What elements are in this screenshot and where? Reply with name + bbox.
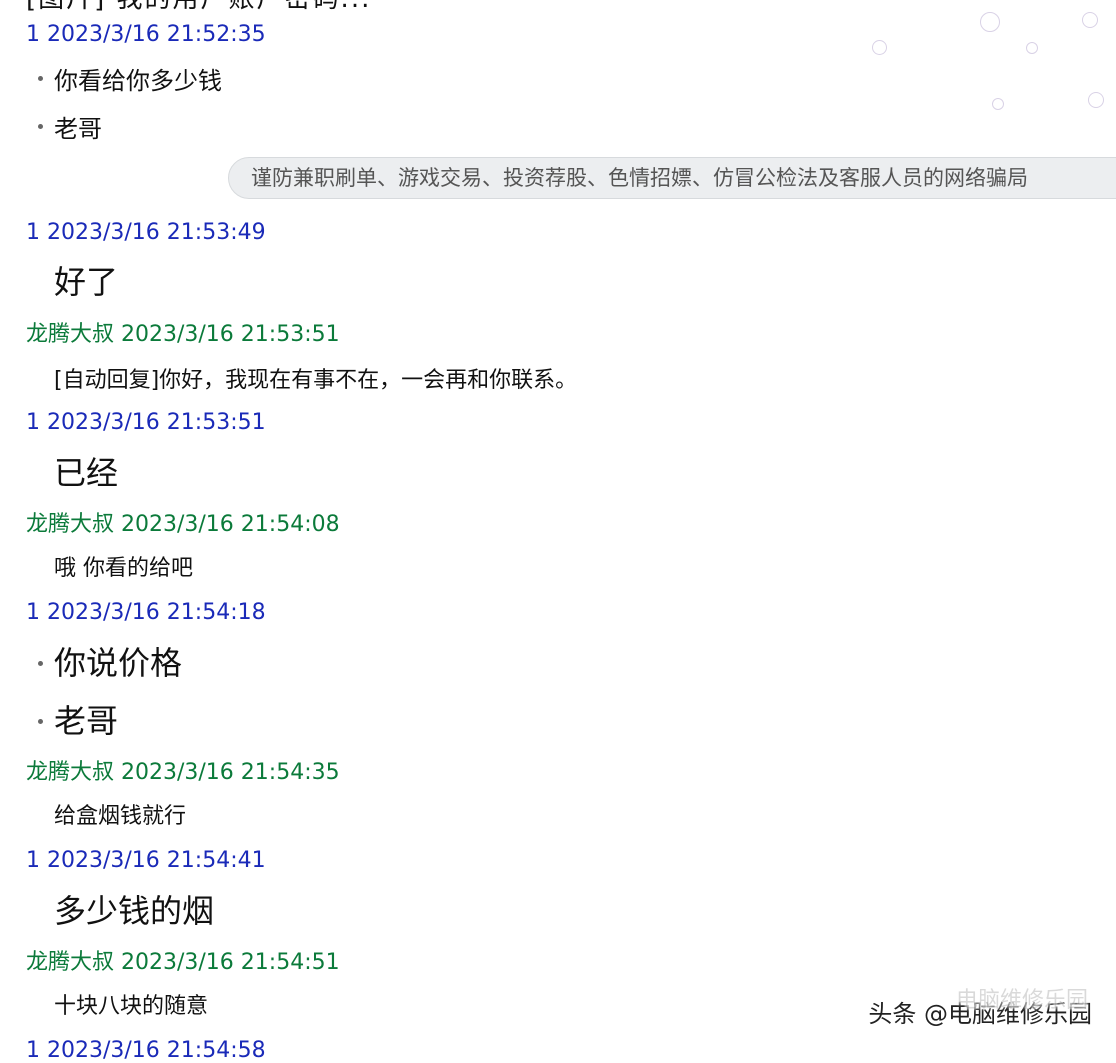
message-bullet	[38, 76, 43, 81]
decor-bubble	[992, 98, 1004, 110]
self-message-header: 1 2023/3/16 21:54:58	[26, 1038, 266, 1063]
decor-bubble	[872, 40, 887, 55]
cutoff-message: [图片] 我的用户账户密码...	[26, 0, 371, 12]
friend-message-header: 龙腾大叔 2023/3/16 21:53:51	[26, 322, 340, 347]
self-message-text: 你说价格	[54, 644, 183, 682]
watermark-ghost-text: 电脑维修乐园	[955, 988, 1088, 1013]
self-message-text: 已经	[54, 454, 119, 492]
friend-message-text: 给盒烟钱就行	[54, 804, 187, 829]
self-message-header: 1 2023/3/16 21:53:49	[26, 220, 266, 245]
source-watermark: 电脑维修乐园 头条 @电脑维修乐园	[868, 990, 1092, 1027]
decor-bubble	[1088, 92, 1104, 108]
friend-message-text: [自动回复]你好，我现在有事不在，一会再和你联系。	[54, 368, 578, 393]
message-bullet	[38, 719, 43, 724]
friend-message-text: 哦 你看的给吧	[54, 556, 193, 581]
self-message-header: 1 2023/3/16 21:52:35	[26, 22, 266, 47]
message-bullet	[38, 124, 43, 129]
self-message-text: 老哥	[54, 702, 119, 740]
self-message-header: 1 2023/3/16 21:53:51	[26, 410, 266, 435]
decor-bubble	[1082, 12, 1098, 28]
friend-message-text: 十块八块的随意	[54, 994, 209, 1019]
self-message-header: 1 2023/3/16 21:54:18	[26, 600, 266, 625]
decor-bubble	[980, 12, 1000, 32]
self-message-text: 多少钱的烟	[54, 892, 215, 930]
self-message-text: 你看给你多少钱	[54, 67, 222, 95]
decor-bubble	[1026, 42, 1038, 54]
friend-message-header: 龙腾大叔 2023/3/16 21:54:35	[26, 760, 340, 785]
message-bullet	[38, 661, 43, 666]
self-message-text: 老哥	[54, 115, 102, 143]
chat-log: [图片] 我的用户账户密码... 1 2023/3/16 21:52:35 你看…	[0, 0, 1116, 1062]
friend-message-header: 龙腾大叔 2023/3/16 21:54:08	[26, 512, 340, 537]
fraud-warning-notice: 谨防兼职刷单、游戏交易、投资荐股、色情招嫖、仿冒公检法及客服人员的网络骗局	[228, 157, 1116, 199]
self-message-header: 1 2023/3/16 21:54:41	[26, 848, 266, 873]
friend-message-header: 龙腾大叔 2023/3/16 21:54:51	[26, 950, 340, 975]
self-message-text: 好了	[54, 263, 119, 301]
